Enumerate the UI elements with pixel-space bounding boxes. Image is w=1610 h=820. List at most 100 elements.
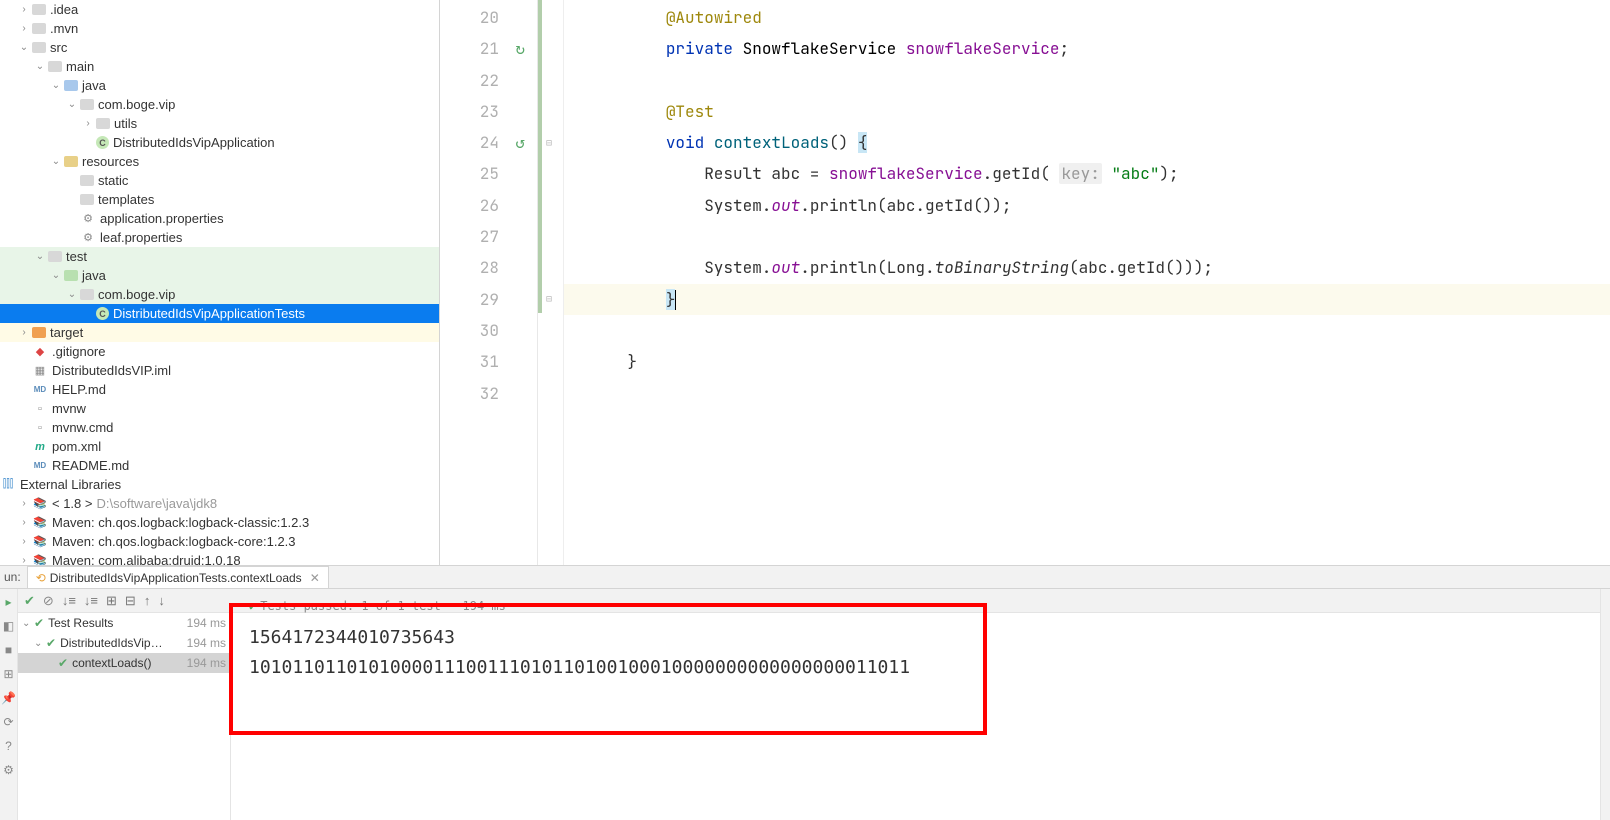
scrollbar[interactable] bbox=[1600, 589, 1610, 820]
run-test-icon[interactable]: ↺ bbox=[515, 127, 525, 158]
tree-item-maven-logback-classic[interactable]: ›📚Maven: ch.qos.logback:logback-classic:… bbox=[0, 513, 439, 532]
chevron-down-icon[interactable]: ⌄ bbox=[64, 289, 80, 300]
tree-item-test[interactable]: ⌄test bbox=[0, 247, 439, 266]
tree-item-help[interactable]: MDHELP.md bbox=[0, 380, 439, 399]
tree-item-tests-class[interactable]: CDistributedIdsVipApplicationTests bbox=[0, 304, 439, 323]
console-output[interactable]: ✔Tests passed: 1 of 1 test – 194 ms 1564… bbox=[231, 613, 1600, 820]
next-icon[interactable]: ↓ bbox=[158, 593, 165, 608]
tree-item-maven-logback-core[interactable]: ›📚Maven: ch.qos.logback:logback-core:1.2… bbox=[0, 532, 439, 551]
file-icon: ▫ bbox=[32, 401, 48, 417]
tree-item-main[interactable]: ⌄main bbox=[0, 57, 439, 76]
show-passed-icon[interactable]: ✔ bbox=[24, 593, 35, 609]
test-root[interactable]: ⌄✔Test Results194 ms bbox=[18, 613, 230, 633]
gitignore-icon: ◆ bbox=[32, 344, 48, 360]
file-icon: ▫ bbox=[32, 420, 48, 436]
chevron-down-icon[interactable]: ⌄ bbox=[48, 270, 64, 281]
tree-item-gitignore[interactable]: ◆.gitignore bbox=[0, 342, 439, 361]
tree-item-external-libs[interactable]: ⫿⫿⫿External Libraries bbox=[0, 475, 439, 494]
package-icon bbox=[80, 289, 94, 300]
tree-item-test-java[interactable]: ⌄java bbox=[0, 266, 439, 285]
code-editor[interactable]: 20 21↻ 22 23 24↺ 25 26 27 28 29 30 31 32… bbox=[440, 0, 1610, 565]
sort-alpha-icon[interactable]: ↓≡ bbox=[84, 593, 98, 608]
tree-item-static[interactable]: static bbox=[0, 171, 439, 190]
chevron-down-icon[interactable]: ⌄ bbox=[64, 99, 80, 110]
chevron-down-icon[interactable]: ⌄ bbox=[32, 251, 48, 262]
folder-icon bbox=[80, 175, 94, 186]
help-icon[interactable]: ? bbox=[2, 739, 16, 753]
tree-item-resources[interactable]: ⌄resources bbox=[0, 152, 439, 171]
test-run-icon: ⟲ bbox=[36, 571, 46, 585]
tree-item-maven-druid[interactable]: ›📚Maven: com.alibaba:druid:1.0.18 bbox=[0, 551, 439, 565]
editor-gutter: 20 21↻ 22 23 24↺ 25 26 27 28 29 30 31 32 bbox=[440, 0, 538, 565]
pass-icon: ✔ bbox=[249, 599, 256, 613]
fold-gutter: ⊟ ⊟ bbox=[542, 0, 564, 565]
tree-item-mvnw-cmd[interactable]: ▫mvnw.cmd bbox=[0, 418, 439, 437]
tree-item-utils[interactable]: ›utils bbox=[0, 114, 439, 133]
pass-icon: ✔ bbox=[58, 656, 68, 670]
resources-folder-icon bbox=[64, 156, 78, 167]
iml-file-icon: ▦ bbox=[32, 363, 48, 379]
chevron-down-icon[interactable]: ⌄ bbox=[16, 42, 32, 53]
tree-item-templates[interactable]: templates bbox=[0, 190, 439, 209]
project-tree[interactable]: ›.idea ›.mvn ⌄src ⌄main ⌄java ⌄com.boge.… bbox=[0, 0, 440, 565]
markdown-icon: MD bbox=[32, 382, 48, 398]
stop-icon[interactable]: ■ bbox=[2, 643, 16, 657]
run-prefix: un: bbox=[4, 570, 21, 584]
settings-icon[interactable]: ⚙ bbox=[2, 763, 16, 777]
maven-icon: m bbox=[32, 439, 48, 455]
tree-item-mvn[interactable]: ›.mvn bbox=[0, 19, 439, 38]
console-line: 1010110110101000011100111010110100100010… bbox=[249, 653, 1582, 683]
tree-item-readme[interactable]: MDREADME.md bbox=[0, 456, 439, 475]
package-icon bbox=[80, 99, 94, 110]
folder-icon bbox=[32, 4, 46, 15]
library-icon: ⫿⫿⫿ bbox=[0, 477, 16, 493]
test-results-tree[interactable]: ⌄✔Test Results194 ms ⌄✔DistributedIdsVip… bbox=[18, 613, 231, 820]
tree-item-target[interactable]: ›target bbox=[0, 323, 439, 342]
tree-item-app-props[interactable]: ⚙application.properties bbox=[0, 209, 439, 228]
folder-icon bbox=[48, 61, 62, 72]
tree-item-test-package[interactable]: ⌄com.boge.vip bbox=[0, 285, 439, 304]
folder-icon bbox=[32, 42, 46, 53]
chevron-down-icon[interactable]: ⌄ bbox=[22, 618, 34, 629]
test-method[interactable]: ✔contextLoads()194 ms bbox=[18, 653, 230, 673]
properties-file-icon: ⚙ bbox=[80, 230, 96, 246]
spring-bean-icon[interactable]: ↻ bbox=[515, 33, 525, 64]
tree-item-mvnw[interactable]: ▫mvnw bbox=[0, 399, 439, 418]
properties-file-icon: ⚙ bbox=[80, 211, 96, 227]
package-icon bbox=[96, 118, 110, 129]
console-line: 1564172344010735643 bbox=[249, 623, 1582, 653]
tree-item-pom[interactable]: mpom.xml bbox=[0, 437, 439, 456]
run-tab[interactable]: ⟲ DistributedIdsVipApplicationTests.cont… bbox=[27, 566, 329, 588]
library-icon: 📚 bbox=[32, 534, 48, 550]
chevron-down-icon[interactable]: ⌄ bbox=[48, 80, 64, 91]
folder-icon bbox=[32, 23, 46, 34]
prev-icon[interactable]: ↑ bbox=[144, 593, 151, 608]
tree-item-idea[interactable]: ›.idea bbox=[0, 0, 439, 19]
tree-item-java[interactable]: ⌄java bbox=[0, 76, 439, 95]
tree-item-jdk[interactable]: ›📚< 1.8 >D:\software\java\jdk8 bbox=[0, 494, 439, 513]
chevron-down-icon[interactable]: ⌄ bbox=[48, 156, 64, 167]
tree-item-package[interactable]: ⌄com.boge.vip bbox=[0, 95, 439, 114]
tree-item-iml[interactable]: ▦DistributedIdsVIP.iml bbox=[0, 361, 439, 380]
show-ignored-icon[interactable]: ⊘ bbox=[43, 593, 54, 609]
chevron-down-icon[interactable]: ⌄ bbox=[34, 638, 46, 649]
fold-start-icon[interactable]: ⊟ bbox=[546, 136, 552, 149]
fold-end-icon[interactable]: ⊟ bbox=[546, 292, 552, 305]
source-folder-icon bbox=[64, 80, 78, 91]
run-tab-title: DistributedIdsVipApplicationTests.contex… bbox=[50, 571, 302, 585]
close-icon[interactable]: ✕ bbox=[310, 571, 320, 585]
tree-item-leaf-props[interactable]: ⚙leaf.properties bbox=[0, 228, 439, 247]
pin-icon[interactable]: 📌 bbox=[2, 691, 16, 705]
layout-icon[interactable]: ⊞ bbox=[2, 667, 16, 681]
library-icon: 📚 bbox=[32, 553, 48, 566]
tree-item-app-class[interactable]: CDistributedIdsVipApplication bbox=[0, 133, 439, 152]
tree-item-src[interactable]: ⌄src bbox=[0, 38, 439, 57]
collapse-all-icon[interactable]: ⊟ bbox=[125, 593, 136, 609]
test-class[interactable]: ⌄✔DistributedIdsVipApplicationTests194 m… bbox=[18, 633, 230, 653]
chevron-down-icon[interactable]: ⌄ bbox=[32, 61, 48, 72]
history-icon[interactable]: ⟳ bbox=[2, 715, 16, 729]
toggle-icon[interactable]: ◧ bbox=[2, 619, 16, 633]
sort-icon[interactable]: ↓≡ bbox=[62, 593, 76, 608]
rerun-icon[interactable]: ▸ bbox=[2, 595, 16, 609]
expand-all-icon[interactable]: ⊞ bbox=[106, 593, 117, 609]
